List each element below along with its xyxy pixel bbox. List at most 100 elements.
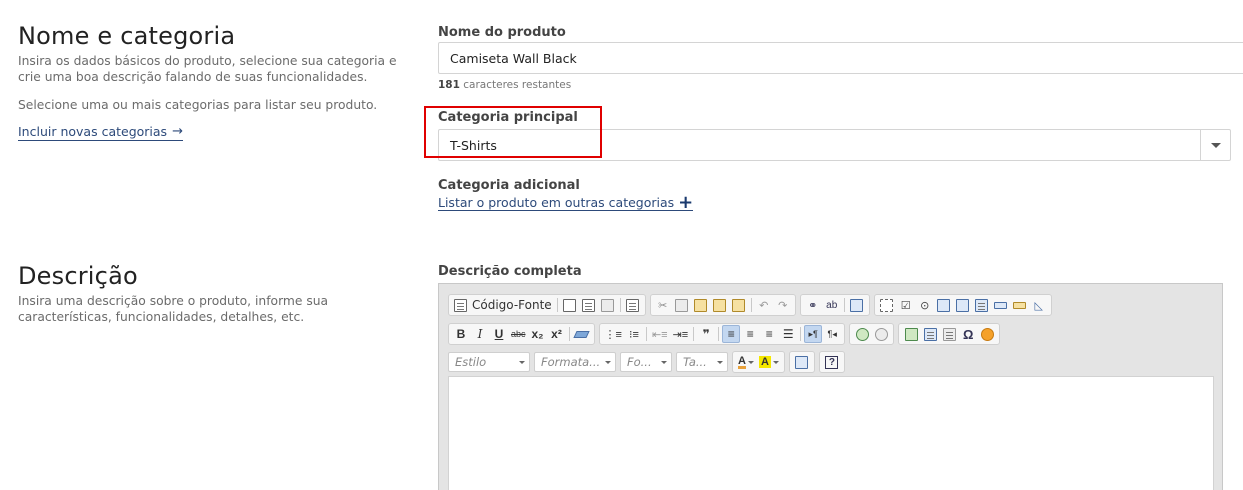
select-field-button[interactable] xyxy=(973,296,991,314)
superscript-icon: x² xyxy=(551,327,562,341)
toolbar-group-document: Código-Fonte xyxy=(448,294,646,316)
subscript-button[interactable]: x₂ xyxy=(529,325,547,343)
select-all-button[interactable] xyxy=(848,296,866,314)
form-icon xyxy=(880,298,894,312)
bulleted-list-button[interactable]: ⁝≡ xyxy=(625,325,643,343)
list-other-categories-link[interactable]: Listar o produto em outras categorias + xyxy=(438,193,694,211)
rtl-button[interactable]: ¶◂ xyxy=(823,325,841,343)
align-left-button[interactable]: ≡ xyxy=(722,325,741,343)
numbered-list-button[interactable]: ⋮≡ xyxy=(603,325,624,343)
select-all-icon xyxy=(850,298,864,312)
separator xyxy=(568,327,570,341)
print-icon xyxy=(601,298,615,312)
text-color-button[interactable]: A xyxy=(736,353,756,371)
print-button[interactable] xyxy=(599,296,617,314)
blockquote-button[interactable]: ❞ xyxy=(697,325,715,343)
align-right-button[interactable]: ≡ xyxy=(760,325,778,343)
new-page-button[interactable] xyxy=(561,296,579,314)
chevron-down-icon xyxy=(661,360,667,364)
size-combo[interactable]: Ta... xyxy=(676,352,728,372)
checkbox-button[interactable]: ☑ xyxy=(897,296,915,314)
bg-color-button[interactable]: A xyxy=(757,353,781,371)
radio-button[interactable]: ⊙ xyxy=(916,296,934,314)
font-combo[interactable]: Fo... xyxy=(620,352,672,372)
button-icon xyxy=(994,301,1008,309)
source-code-button[interactable]: Código-Fonte xyxy=(452,296,554,314)
form-button-button[interactable] xyxy=(992,296,1010,314)
image-icon xyxy=(904,327,918,341)
hidden-field-button[interactable]: ◺ xyxy=(1030,296,1048,314)
special-char-button[interactable]: Ω xyxy=(959,325,977,343)
toolbar-group-help: ? xyxy=(818,351,845,373)
redo-button[interactable]: ↷ xyxy=(774,296,792,314)
table-button[interactable] xyxy=(921,325,939,343)
section-hint: Selecione uma ou mais categorias para li… xyxy=(18,98,378,112)
help-button[interactable]: ? xyxy=(823,353,841,371)
image-button[interactable] xyxy=(902,325,920,343)
separator xyxy=(619,298,621,312)
include-categories-link[interactable]: Incluir novas categorias → xyxy=(18,124,183,141)
chevron-down-icon xyxy=(519,360,525,364)
subscript-icon: x₂ xyxy=(531,327,544,341)
preview-button[interactable] xyxy=(580,296,598,314)
text-field-button[interactable] xyxy=(935,296,953,314)
replace-button[interactable]: ab xyxy=(823,296,841,314)
section-name-category: Nome e categoria Insira os dados básicos… xyxy=(18,22,413,141)
toolbar-group-paragraph: ⋮≡ ⁝≡ ⇤≡ ⇥≡ ❞ ≡ ≡ ≡ ☰ ▸¶ ¶◂ xyxy=(598,323,846,345)
ltr-button[interactable]: ▸¶ xyxy=(804,325,823,343)
bold-icon: B xyxy=(456,327,466,341)
separator xyxy=(843,298,845,312)
toolbar-row-3: Estilo Formata... Fo... Ta... A A ? xyxy=(448,351,845,373)
style-combo[interactable]: Estilo xyxy=(448,352,530,372)
preview-icon xyxy=(582,298,596,312)
toolbar-row-1: Código-Fonte ✂ ↶ ↷ ⚭ ab ☑ ⊙ ◺ xyxy=(448,294,1052,316)
templates-button[interactable] xyxy=(624,296,642,314)
section-title: Descrição xyxy=(18,262,138,290)
checkbox-icon: ☑ xyxy=(900,299,911,312)
separator xyxy=(645,327,647,341)
justify-button[interactable]: ☰ xyxy=(779,325,797,343)
paste-word-button[interactable] xyxy=(730,296,748,314)
format-combo-label: Formata... xyxy=(541,355,601,369)
align-center-button[interactable]: ≡ xyxy=(741,325,759,343)
source-label: Código-Fonte xyxy=(472,298,552,312)
smiley-button[interactable] xyxy=(978,325,996,343)
textarea-button[interactable] xyxy=(954,296,972,314)
separator xyxy=(750,298,752,312)
undo-button[interactable]: ↶ xyxy=(755,296,773,314)
chevron-down-icon[interactable] xyxy=(1200,130,1230,160)
maximize-button[interactable] xyxy=(793,353,811,371)
superscript-button[interactable]: x² xyxy=(548,325,566,343)
product-name-input[interactable]: Camiseta Wall Black xyxy=(438,42,1243,74)
justify-icon: ☰ xyxy=(782,327,794,341)
ltr-icon: ▸¶ xyxy=(808,328,818,339)
form-button[interactable] xyxy=(878,296,896,314)
font-combo-label: Fo... xyxy=(627,355,652,369)
product-name-label: Nome do produto xyxy=(438,25,566,40)
underline-button[interactable]: U xyxy=(490,325,508,343)
paste-button[interactable] xyxy=(692,296,710,314)
bulleted-list-icon: ⁝≡ xyxy=(628,328,639,341)
strike-button[interactable]: abc xyxy=(509,325,528,343)
horizontal-rule-button[interactable] xyxy=(940,325,958,343)
remove-format-button[interactable] xyxy=(573,325,591,343)
find-button[interactable]: ⚭ xyxy=(804,296,822,314)
bold-button[interactable]: B xyxy=(452,325,470,343)
link-button[interactable] xyxy=(853,325,871,343)
unlink-button[interactable] xyxy=(872,325,890,343)
separator xyxy=(718,327,720,341)
format-combo[interactable]: Formata... xyxy=(534,352,616,372)
indent-button[interactable]: ⇥≡ xyxy=(671,325,691,343)
image-button-button[interactable] xyxy=(1011,296,1029,314)
rtl-icon: ¶◂ xyxy=(827,328,837,339)
align-center-icon: ≡ xyxy=(746,327,754,341)
horizontal-rule-icon xyxy=(942,327,956,341)
paste-text-button[interactable] xyxy=(711,296,729,314)
outdent-button[interactable]: ⇤≡ xyxy=(650,325,670,343)
rich-text-editor: Código-Fonte ✂ ↶ ↷ ⚭ ab ☑ ⊙ ◺ B I U abc … xyxy=(438,283,1223,490)
editor-content-area[interactable] xyxy=(448,376,1214,490)
separator xyxy=(556,298,558,312)
cut-button[interactable]: ✂ xyxy=(654,296,672,314)
copy-button[interactable] xyxy=(673,296,691,314)
italic-button[interactable]: I xyxy=(471,325,489,343)
